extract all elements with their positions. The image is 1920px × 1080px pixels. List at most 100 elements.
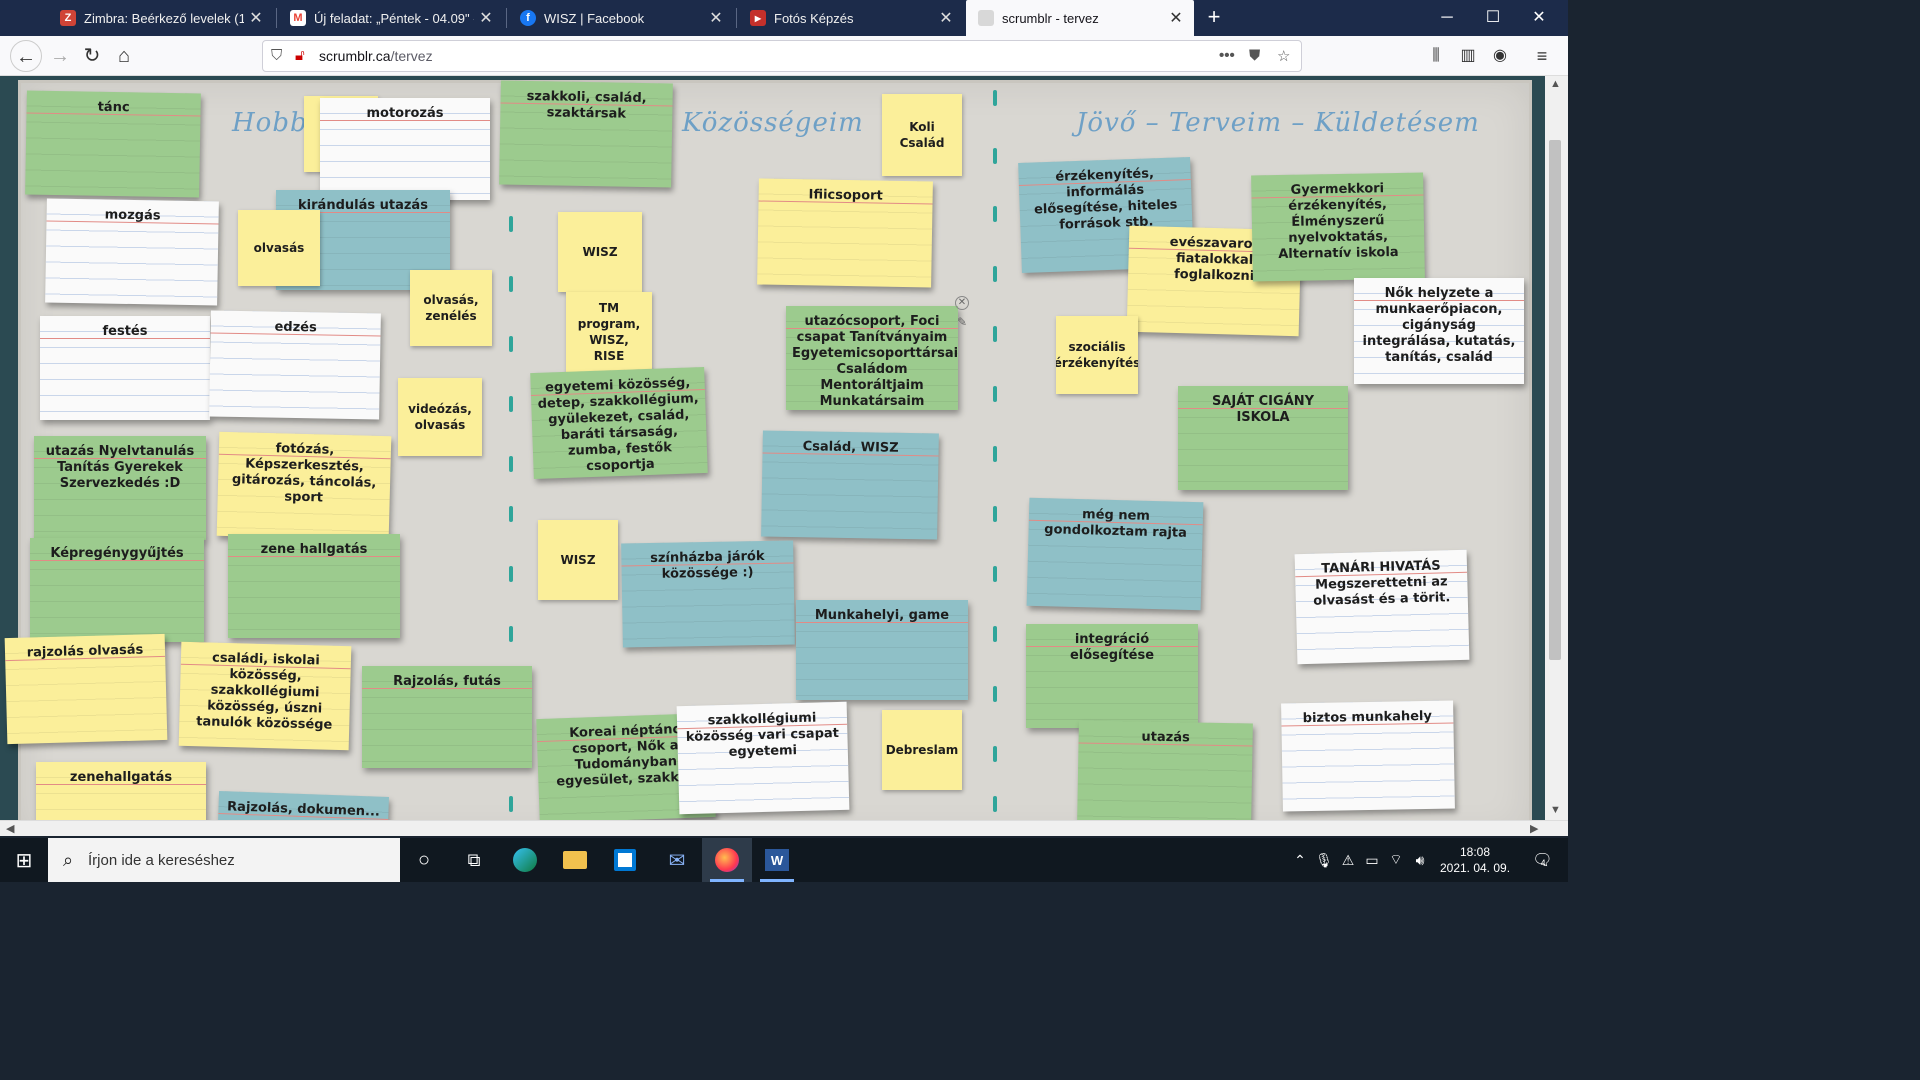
card-kepregenygyujtes[interactable]: Képregénygyűjtés — [30, 538, 204, 642]
network-alert-icon[interactable]: ⚠︎ — [1338, 838, 1358, 882]
new-tab-button[interactable]: + — [1200, 4, 1228, 32]
card-wisz-1[interactable]: WISZ — [558, 212, 642, 292]
column-divider[interactable] — [993, 76, 997, 820]
close-tab-icon[interactable]: ✕ — [474, 8, 498, 28]
card-tm-program[interactable]: TM program, WISZ, RISE — [566, 292, 652, 372]
card-csaladi-iskolai[interactable]: családi, iskolai közösség, szakkollégium… — [178, 641, 352, 751]
close-tab-icon[interactable]: ✕ — [934, 8, 958, 28]
maximize-icon[interactable]: ☐ — [1470, 0, 1516, 36]
notification-center-icon[interactable]: 🗨︎ 4 — [1524, 838, 1554, 882]
scroll-down-arrow-icon[interactable]: ▼ — [1550, 804, 1561, 816]
menu-icon[interactable]: ≡ — [1526, 40, 1558, 72]
card-rajzolas-futas[interactable]: Rajzolás, futás — [362, 666, 532, 768]
card-wisz-2[interactable]: WISZ — [538, 520, 618, 600]
tab-zimbra[interactable]: Z Zimbra: Beérkező levelek (192) ✕ — [48, 0, 274, 36]
pocket-icon[interactable]: ⛊ — [1249, 47, 1260, 64]
card-szocialis-erzekenyites[interactable]: szociális érzékenyítés — [1056, 316, 1138, 394]
sidebar-icon[interactable]: ▥ — [1452, 40, 1484, 72]
card-utazocsoport[interactable]: utazócsoport, Foci csapat Tanítványaim E… — [786, 306, 958, 410]
card-debreslam[interactable]: Debreslam — [882, 710, 962, 790]
card-ifiicsoport[interactable]: Ifiicsoport — [757, 178, 933, 288]
page-actions-icon[interactable]: ••• — [1219, 47, 1235, 64]
url-bar[interactable]: ⛉ 🔓︎ scrumblr.ca/tervez ••• ⛊ ☆ — [262, 40, 1302, 72]
volume-icon[interactable]: 🔊︎ — [1410, 838, 1430, 882]
delete-card-icon[interactable]: ✕ — [955, 296, 969, 310]
close-tab-icon[interactable]: ✕ — [244, 8, 268, 28]
taskbar-search-box[interactable]: ⌕ Írjon ide a kereséshez — [48, 838, 400, 882]
cortana-icon[interactable]: ○ — [400, 838, 448, 882]
bookmark-star-icon[interactable]: ☆ — [1277, 47, 1290, 65]
card-tanc[interactable]: tánc — [25, 90, 201, 198]
card-biztos-munkahely[interactable]: biztos munkahely — [1281, 700, 1455, 812]
file-explorer-icon[interactable] — [550, 838, 600, 882]
tab-gmail[interactable]: M Új feladat: „Péntek - 04.09" - en ✕ — [278, 0, 504, 36]
facebook-icon: f — [520, 10, 536, 26]
card-utazas[interactable]: utazás — [1077, 720, 1253, 820]
tab-title: Fotós Képzés — [774, 10, 854, 26]
clock-time: 18:08 — [1459, 845, 1491, 859]
card-edzes[interactable]: edzés — [209, 310, 381, 420]
tray-chevron-icon[interactable]: ⌃ — [1290, 838, 1310, 882]
card-rajzolas-olvasas[interactable]: rajzolás olvasás — [4, 633, 168, 745]
mail-icon[interactable]: ✉ — [652, 838, 702, 882]
card-zene-hallgatas[interactable]: zene hallgatás — [228, 534, 400, 638]
store-icon[interactable] — [600, 838, 650, 882]
insecure-lock-icon[interactable]: 🔓︎ — [295, 47, 305, 64]
battery-icon[interactable]: ▭ — [1362, 838, 1382, 882]
card-csalad-wisz[interactable]: Család, WISZ — [761, 430, 939, 540]
edit-card-icon[interactable]: ✎ — [955, 316, 969, 330]
tab-fotos-kepzes[interactable]: ▶ Fotós Képzés ✕ — [738, 0, 964, 36]
card-meg-nem-gondolkoztam[interactable]: még nem gondolkoztam rajta — [1026, 497, 1204, 611]
forward-arrow-icon[interactable]: → — [44, 40, 76, 72]
shield-icon[interactable]: ⛉ — [271, 47, 282, 64]
card-tanari-hivatas[interactable]: TANÁRI HIVATÁS Megszerettetni az olvasás… — [1294, 549, 1470, 665]
task-view-icon[interactable]: ⧉ — [450, 838, 498, 882]
gmail-icon: M — [290, 10, 306, 26]
vertical-scrollbar-thumb[interactable] — [1549, 140, 1561, 660]
windows-start-icon[interactable]: ⊞ — [0, 838, 48, 882]
card-videozas-olvasas[interactable]: videózás, olvasás — [398, 378, 482, 456]
home-icon[interactable]: ⌂ — [108, 40, 140, 72]
close-window-icon[interactable]: ✕ — [1516, 0, 1562, 36]
close-tab-icon[interactable]: ✕ — [704, 8, 728, 28]
scroll-right-arrow-icon[interactable]: ▶ — [1530, 822, 1538, 835]
minimize-icon[interactable]: ─ — [1424, 0, 1470, 36]
card-gyermekkori[interactable]: Gyermekkori érzékenyítés, Élményszerű ny… — [1251, 172, 1425, 282]
card-mozgas[interactable]: mozgás — [45, 198, 219, 306]
card-rajzolas-dok[interactable]: Rajzolás, dokumen... — [217, 791, 389, 820]
microphone-icon[interactable]: 🎙︎ — [1314, 838, 1334, 882]
card-olvasas-zeneles[interactable]: olvasás, zenélés — [410, 270, 492, 346]
card-utazas-nyelvtanulas[interactable]: utazás Nyelvtanulás Tanítás Gyerekek Sze… — [34, 436, 206, 540]
account-icon[interactable]: ◉ — [1484, 40, 1516, 72]
card-fotozas[interactable]: fotózás, Képszerkesztés, gitározás, tánc… — [216, 431, 392, 541]
tab-scrumblr[interactable]: scrumblr - tervez ✕ — [966, 0, 1194, 36]
close-tab-icon[interactable]: ✕ — [1164, 8, 1188, 28]
card-koli-csalad[interactable]: Koli Család — [882, 94, 962, 176]
edge-icon[interactable] — [500, 838, 550, 882]
card-munkahelyi-game[interactable]: Munkahelyi, game — [796, 600, 968, 700]
scroll-left-arrow-icon[interactable]: ◀ — [6, 822, 14, 835]
card-egyetemi-kozosseg[interactable]: egyetemi közösség, detep, szakkollégium,… — [530, 366, 708, 480]
library-icon[interactable]: ⫼ — [1420, 40, 1452, 72]
card-zenehallgatas[interactable]: zenehallgatás — [36, 762, 206, 820]
card-szakkollegiumi-kozosseg[interactable]: szakkollégiumi közösség vari csapat egye… — [676, 701, 850, 815]
reload-icon[interactable]: ↻ — [76, 40, 108, 72]
url-host: scrumblr.ca — [319, 48, 391, 64]
card-festes[interactable]: festés — [40, 316, 210, 420]
card-nok-helyzete[interactable]: Nők helyzete a munkaerőpiacon, cigányság… — [1354, 278, 1524, 384]
tab-facebook[interactable]: f WISZ | Facebook ✕ — [508, 0, 734, 36]
card-szinhazba-jarok[interactable]: színházba járók közössége :) — [621, 540, 795, 648]
back-arrow-icon[interactable]: ← — [10, 40, 42, 72]
card-sajat-cigany-iskola[interactable]: SAJÁT CIGÁNY ISKOLA — [1178, 386, 1348, 490]
horizontal-scrollbar[interactable]: ◀ ▶ — [0, 820, 1568, 836]
scroll-up-arrow-icon[interactable]: ▲ — [1550, 78, 1561, 90]
card-motorozas[interactable]: motorozás — [320, 98, 490, 200]
card-integracio[interactable]: integráció elősegítése — [1026, 624, 1198, 728]
firefox-icon[interactable] — [702, 838, 752, 882]
word-icon[interactable]: W — [752, 838, 802, 882]
card-olvasas[interactable]: olvasás — [238, 210, 320, 286]
taskbar-clock[interactable]: 18:08 2021. 04. 09. — [1432, 844, 1518, 876]
card-szakkoli-csalad[interactable]: szakkoli, család, szaktársak — [499, 80, 673, 188]
url-text[interactable]: scrumblr.ca/tervez — [319, 48, 433, 64]
wifi-icon[interactable]: ⌔ — [1386, 838, 1406, 882]
